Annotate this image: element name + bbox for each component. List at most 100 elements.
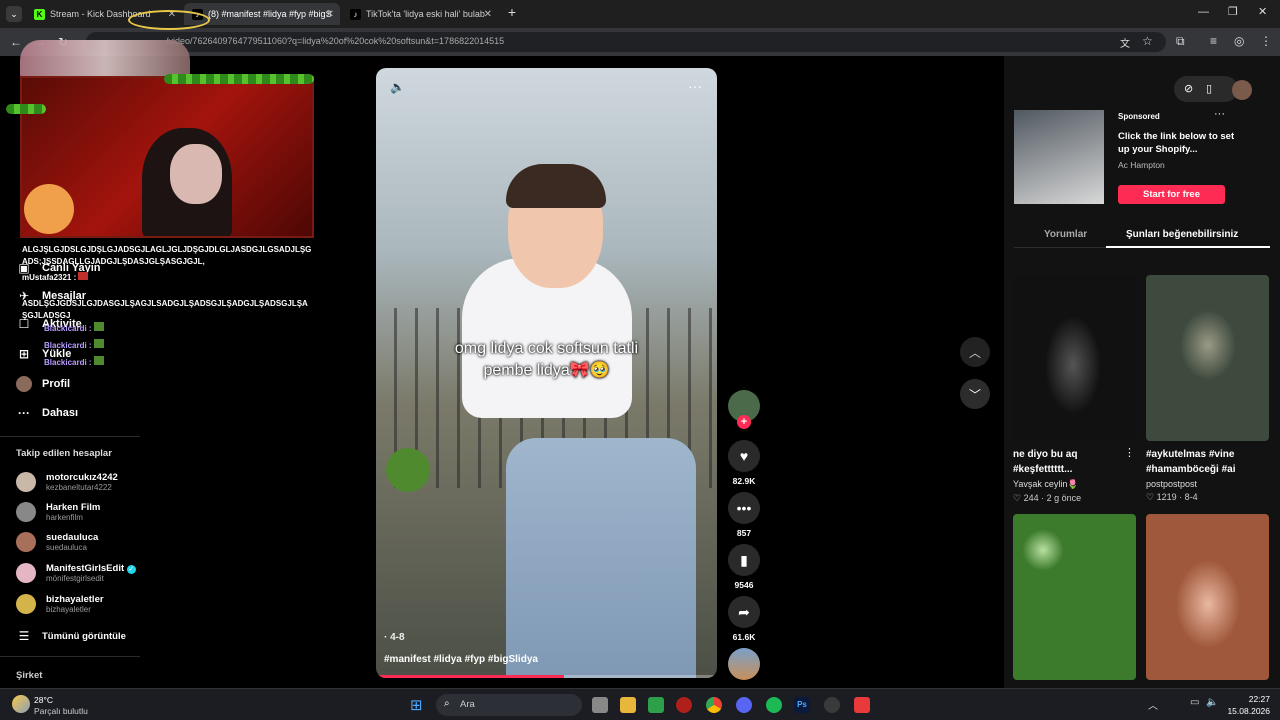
tab-comments[interactable]: Yorumlar [1044,229,1087,240]
video-thumbnail [1013,275,1136,441]
next-video-button[interactable]: ﹀ [960,379,990,409]
speaker-icon[interactable]: 🔈 [1206,697,1218,708]
sidebar-item-label: Profil [42,378,71,390]
sidebar-item-more[interactable]: ··· Dahası [16,405,78,421]
card-more-icon[interactable]: ⋮ [1124,446,1135,459]
tab-tiktok-search[interactable]: ♪ TikTok'ta 'lidya eski hali' bulab ✕ [342,3,498,25]
follow-plus-icon[interactable]: + [737,415,751,429]
ad-more-icon[interactable]: ··· [1214,108,1225,120]
windows-taskbar: 28°C Parçalı bulutlu ⊞ ⌕ Ara Ps ︿ ▭ 🔈 22… [0,688,1280,720]
share-button[interactable]: ➦ 61.6K [727,596,761,642]
weather-icon[interactable] [12,695,30,713]
tiktok-icon: ♪ [350,8,361,20]
close-icon[interactable]: ✕ [484,9,492,20]
url-input[interactable]: /video/7626409764779511060?q=lidya%20of%… [86,32,1166,52]
new-tab-button[interactable]: + [504,5,520,21]
tab-search-button[interactable]: ⌄ [6,6,22,22]
more-options-icon[interactable]: ··· [688,78,702,94]
following-item[interactable]: motorcukız4242 kezbaneltutar4222 [16,472,118,492]
caption-line: omg lidya cok softsun tatli [454,340,639,357]
windows-start-icon[interactable]: ⊞ [410,696,423,714]
compass-icon[interactable]: ⊘ [1184,82,1193,95]
user-avatar[interactable] [1232,80,1252,100]
see-all-link[interactable]: ☰ Tümünü görüntüle [16,628,126,644]
card-user: Yavşak ceylin🌷 [1013,479,1079,489]
following-handle: suedauluca [46,543,87,552]
following-item[interactable]: ManifestGirlsEdit ✓ mönifestgirlsedit [16,563,136,583]
video-hashtags[interactable]: #manifest #lidya #fyp #bigSlidya [384,654,538,665]
timestamp-text: 4-8 [390,632,405,643]
avatar [16,563,36,583]
app-icon[interactable] [648,697,664,713]
music-disc[interactable] [727,648,761,680]
minimize-button[interactable]: — [1198,6,1209,18]
like-count: 82.9K [732,476,756,486]
url-text: /video/7626409764779511060?q=lidya%20of%… [166,36,505,46]
company-link[interactable]: Şirket [16,670,42,681]
profile-icon[interactable]: ◎ [1234,34,1244,48]
network-icon[interactable]: ▭ [1190,697,1199,708]
close-icon[interactable]: ✕ [326,9,334,20]
profile-icon [16,376,32,392]
task-view-icon[interactable] [592,697,608,713]
back-icon[interactable]: ← [10,35,22,49]
app-icon[interactable] [676,697,692,713]
previous-video-button[interactable]: ︿ [960,337,990,367]
chat-line: mUstafa2321 : [22,273,77,282]
suggested-video-card[interactable]: ne diyo bu aq #keşfetttttt... Yavşak cey… [1013,275,1136,504]
video-subject-hair [506,164,606,208]
bookmark-icon: ▮ [728,544,760,576]
ad-cta-button[interactable]: Start for free [1118,185,1225,204]
heart-outline-icon: ♡ [1013,493,1022,503]
video-subject-jeans [506,438,696,678]
photoshop-icon[interactable]: Ps [794,697,810,713]
suggested-video-card[interactable]: #aykutelmas #vine #hamamböceği #ai postp… [1146,275,1269,503]
media-icon[interactable]: ≡ [1210,34,1217,48]
suggested-video-card[interactable] [1146,514,1269,680]
device-icon[interactable]: ▯ [1206,82,1212,95]
maximize-button[interactable]: ❐ [1228,5,1238,18]
discord-icon[interactable] [736,697,752,713]
right-panel: ⊘ ▯ Sponsored ··· Click the link below t… [1004,56,1280,688]
translate-icon[interactable]: 文 [1120,35,1130,50]
video-progress-bar[interactable] [376,675,717,678]
volume-icon[interactable]: 🔈 [390,80,405,94]
weather-desc: Parçalı bulutlu [34,706,88,716]
close-window-button[interactable]: ✕ [1258,5,1267,18]
menu-icon[interactable]: ⋮ [1260,34,1272,48]
sidebar-item-profile[interactable]: Profil [16,376,70,392]
clock-time[interactable]: 22:27 [1226,694,1270,704]
taskbar-search[interactable]: ⌕ Ara [436,694,582,716]
save-button[interactable]: ▮ 9546 [727,544,761,590]
clock-date[interactable]: 15.08.2026 [1220,706,1270,716]
comment-button[interactable]: ••• 857 [727,492,761,538]
file-explorer-icon[interactable] [620,697,636,713]
following-item[interactable]: bizhayaletler bizhayaletler [16,594,104,614]
ad-thumbnail[interactable] [1014,110,1104,204]
tray-overflow-icon[interactable]: ︿ [1148,697,1158,712]
bookmark-star-icon[interactable]: ☆ [1142,34,1153,48]
right-tabs: Yorumlar Şunları beğenebilirsiniz [1014,224,1270,248]
obs-icon[interactable] [824,697,840,713]
video-player[interactable]: 🔈 ··· omg lidya cok softsun tatli pembe … [376,68,717,678]
video-timestamp: · 4-8 [384,632,405,643]
spotify-icon[interactable] [766,697,782,713]
creator-avatar[interactable]: + [727,390,761,429]
app-icon[interactable] [854,697,870,713]
card-user: postpostpost [1146,479,1198,489]
following-item[interactable]: suedauluca suedauluca [16,532,98,552]
webcam-face [170,144,222,204]
avatar [16,594,36,614]
extensions-icon[interactable]: ⧉ [1176,34,1185,49]
video-caption: omg lidya cok softsun tatli pembe lidya🎀… [376,338,717,382]
following-handle: harkenfilm [46,513,83,522]
suggested-video-card[interactable] [1013,514,1136,680]
tab-you-may-like[interactable]: Şunları beğenebilirsiniz [1126,229,1238,240]
vine-decoration [164,74,314,84]
sidebar-item-label: Dahası [42,407,79,419]
chrome-icon[interactable] [706,697,722,713]
card-title: #aykutelmas #vine #hamamböceği #ai [1146,449,1236,475]
emote-icon [78,272,89,280]
following-item[interactable]: Harken Film harkenfilm [16,502,100,522]
like-button[interactable]: ♥ 82.9K [727,440,761,486]
